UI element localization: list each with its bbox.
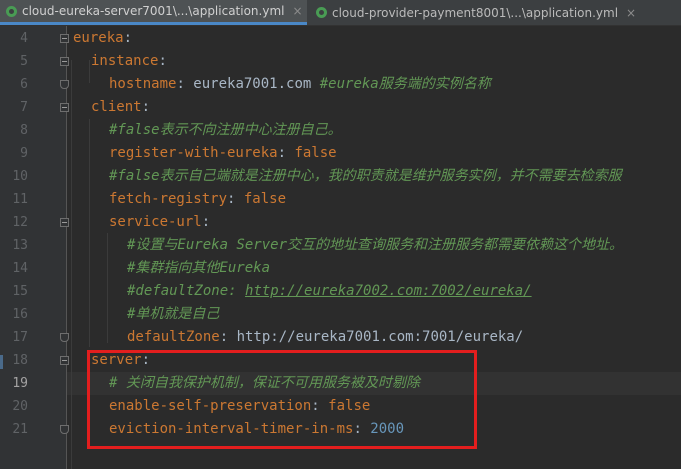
yaml-separator: : xyxy=(227,191,244,207)
fold-toggle-icon[interactable] xyxy=(60,57,69,66)
yaml-separator: : xyxy=(123,30,133,46)
line-number: 19 xyxy=(12,376,28,391)
line-number: 18 xyxy=(12,353,28,368)
line-number: 17 xyxy=(12,330,28,345)
yaml-key: client xyxy=(91,99,142,115)
fold-end-icon[interactable] xyxy=(60,425,69,434)
yaml-key: hostname xyxy=(109,76,177,92)
yaml-separator: : xyxy=(176,76,194,92)
code-line-5: instance: xyxy=(67,50,681,73)
fold-toggle-icon[interactable] xyxy=(60,103,69,112)
fold-toggle-icon[interactable] xyxy=(60,356,69,365)
annotation-highlight-box xyxy=(87,350,477,449)
yaml-key: eureka xyxy=(73,30,124,46)
fold-end-icon[interactable] xyxy=(60,333,69,342)
code-line-7: client: xyxy=(67,96,681,119)
url-link[interactable]: http://eureka7002.com:7002/eureka/ xyxy=(245,283,532,299)
yaml-comment: #单机就是自己 xyxy=(127,306,220,322)
yaml-key: instance xyxy=(91,53,159,69)
line-number: 7 xyxy=(20,100,28,115)
code-line-9: register-with-eureka: false xyxy=(67,142,681,165)
line-number: 6 xyxy=(20,77,28,92)
yaml-key: fetch-registry xyxy=(109,191,228,207)
line-number: 4 xyxy=(20,31,28,46)
yaml-value: false xyxy=(294,145,337,161)
yaml-comment: #defaultZone: xyxy=(127,283,246,299)
fold-toggle-icon[interactable] xyxy=(60,218,69,227)
tab-label: cloud-eureka-server7001\...\application.… xyxy=(22,4,285,18)
code-line-11: fetch-registry: false xyxy=(67,188,681,211)
yaml-comment: #eureka服务端的实例名称 xyxy=(319,76,491,92)
close-icon[interactable]: × xyxy=(626,6,636,20)
code-line-8: #false表示不向注册中心注册自己。 xyxy=(67,119,681,142)
yaml-comment: #集群指向其他Eureka xyxy=(127,260,271,276)
line-number: 14 xyxy=(12,261,28,276)
line-number: 20 xyxy=(12,399,28,414)
line-number: 10 xyxy=(12,169,28,184)
line-number: 8 xyxy=(20,123,28,138)
tab-provider-payment-application-yml[interactable]: cloud-provider-payment8001\...\applicati… xyxy=(310,0,640,25)
line-number: 13 xyxy=(12,238,28,253)
code-line-17: defaultZone: http://eureka7001.com:7001/… xyxy=(67,326,681,349)
fold-toggle-icon[interactable] xyxy=(60,34,69,43)
yaml-value: eureka7001.com xyxy=(193,76,320,92)
tab-eureka-server-application-yml[interactable]: cloud-eureka-server7001\...\application.… xyxy=(0,0,307,25)
yaml-separator: : xyxy=(277,145,295,161)
line-number: 11 xyxy=(12,192,28,207)
code-line-12: service-url: xyxy=(67,211,681,234)
yaml-key: defaultZone xyxy=(127,329,220,345)
yaml-comment: #false表示不向注册中心注册自己。 xyxy=(109,122,342,138)
code-line-15: #defaultZone: http://eureka7002.com:7002… xyxy=(67,280,681,303)
line-number: 16 xyxy=(12,307,28,322)
line-number: 12 xyxy=(12,215,28,230)
line-number: 15 xyxy=(12,284,28,299)
line-number: 5 xyxy=(20,54,28,69)
yaml-value: http://eureka7001.com:7001/eureka/ xyxy=(236,329,524,345)
yaml-separator: : xyxy=(158,53,167,69)
code-line-10: #false表示自己端就是注册中心，我的职责就是维护服务实例，并不需要去检索服 xyxy=(67,165,681,188)
code-line-6: hostname: eureka7001.com #eureka服务端的实例名称 xyxy=(67,73,681,96)
code-line-14: #集群指向其他Eureka xyxy=(67,257,681,280)
close-icon[interactable]: × xyxy=(292,4,302,18)
code-line-16: #单机就是自己 xyxy=(67,303,681,326)
fold-end-icon[interactable] xyxy=(60,80,69,89)
yaml-separator: : xyxy=(201,214,211,230)
yml-file-icon xyxy=(6,5,17,17)
yml-file-icon xyxy=(316,7,327,18)
yaml-key: register-with-eureka xyxy=(109,145,278,161)
editor-tab-bar: cloud-eureka-server7001\...\application.… xyxy=(0,0,681,26)
tab-label: cloud-provider-payment8001\...\applicati… xyxy=(332,5,619,20)
yaml-value: false xyxy=(243,191,287,207)
code-line-13: #设置与Eureka Server交互的地址查询服务和注册服务都需要依赖这个地址… xyxy=(67,234,681,257)
yaml-comment: #false表示自己端就是注册中心，我的职责就是维护服务实例，并不需要去检索服 xyxy=(109,168,622,184)
yaml-separator: : xyxy=(141,99,151,115)
line-number: 21 xyxy=(12,422,28,437)
yaml-key: service-url xyxy=(109,214,202,230)
line-number: 9 xyxy=(20,146,28,161)
code-line-4: eureka: xyxy=(67,27,681,50)
yaml-comment: #设置与Eureka Server交互的地址查询服务和注册服务都需要依赖这个地址… xyxy=(127,237,624,253)
yaml-separator: : xyxy=(219,329,237,345)
